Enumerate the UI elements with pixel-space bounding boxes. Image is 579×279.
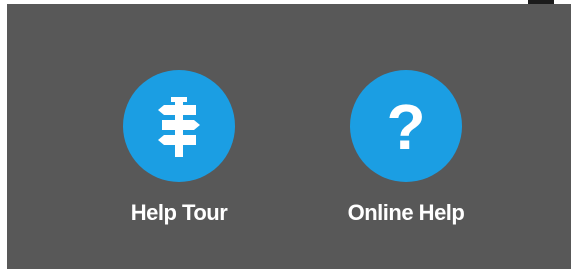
help-tour-label: Help Tour <box>130 200 228 225</box>
help-tour-button[interactable]: Help Tour <box>79 70 279 226</box>
online-help-icon-circle[interactable]: ? <box>350 70 462 182</box>
signpost-icon <box>158 97 200 157</box>
online-help-label: Online Help <box>347 200 465 225</box>
question-mark-icon: ? <box>386 91 426 163</box>
online-help-button[interactable]: ? Online Help <box>306 70 506 226</box>
bottom-edge <box>0 269 579 279</box>
help-tour-icon-circle[interactable] <box>123 70 235 182</box>
